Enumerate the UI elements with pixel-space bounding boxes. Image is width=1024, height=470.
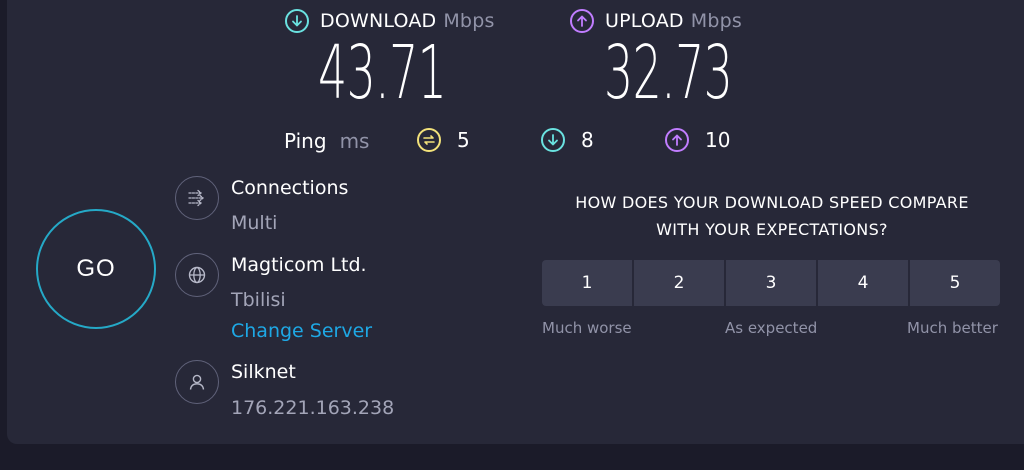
survey-question-line1: HOW DOES YOUR DOWNLOAD SPEED COMPARE xyxy=(575,193,969,212)
rating-option-3[interactable]: 3 xyxy=(726,260,816,306)
provider-ip: 176.221.163.238 xyxy=(231,397,395,419)
rating-option-4[interactable]: 4 xyxy=(818,260,908,306)
arrow-up-circle-icon xyxy=(665,128,689,152)
ping-unit: ms xyxy=(339,129,370,153)
rating-option-5[interactable]: 5 xyxy=(910,260,1000,306)
scale-label-high: Much better xyxy=(907,319,998,337)
arrow-down-circle-icon xyxy=(285,9,309,33)
scale-label-mid: As expected xyxy=(725,319,818,337)
connections-icon xyxy=(175,176,219,220)
connections-title: Connections xyxy=(231,177,349,199)
upload-unit: Mbps xyxy=(690,10,742,32)
ping-download-value: 8 xyxy=(581,128,594,152)
ping-idle: 5 xyxy=(417,128,470,152)
change-server-link[interactable]: Change Server xyxy=(231,320,372,342)
arrow-down-circle-icon xyxy=(541,128,565,152)
ping-label: Ping xyxy=(284,129,327,153)
globe-icon xyxy=(175,253,219,297)
ping-idle-value: 5 xyxy=(457,128,470,152)
ping-upload: 10 xyxy=(665,128,730,152)
go-button[interactable]: GO xyxy=(36,209,156,329)
server-location: Tbilisi xyxy=(231,289,286,311)
ping-download: 8 xyxy=(541,128,594,152)
arrow-up-circle-icon xyxy=(570,9,594,33)
rating-option-2[interactable]: 2 xyxy=(634,260,724,306)
survey-question-line2: WITH YOUR EXPECTATIONS? xyxy=(656,220,888,239)
provider-name: Silknet xyxy=(231,361,296,383)
scale-label-low: Much worse xyxy=(542,319,632,337)
rating-option-1[interactable]: 1 xyxy=(542,260,632,306)
ping-icon xyxy=(417,128,441,152)
user-icon xyxy=(175,360,219,404)
download-unit: Mbps xyxy=(443,10,495,32)
survey-question: HOW DOES YOUR DOWNLOAD SPEED COMPARE WIT… xyxy=(532,189,1012,243)
ping-upload-value: 10 xyxy=(705,128,731,152)
connections-value: Multi xyxy=(231,212,278,234)
download-label: DOWNLOAD xyxy=(320,10,437,32)
upload-label: UPLOAD xyxy=(605,10,684,32)
upload-speed-value: 32.73 xyxy=(604,30,733,116)
rating-scale: 1 2 3 4 5 xyxy=(542,260,1000,306)
download-speed-value: 43.71 xyxy=(318,30,447,116)
server-name: Magticom Ltd. xyxy=(231,254,367,276)
ping-label-group: Ping ms xyxy=(284,129,369,153)
